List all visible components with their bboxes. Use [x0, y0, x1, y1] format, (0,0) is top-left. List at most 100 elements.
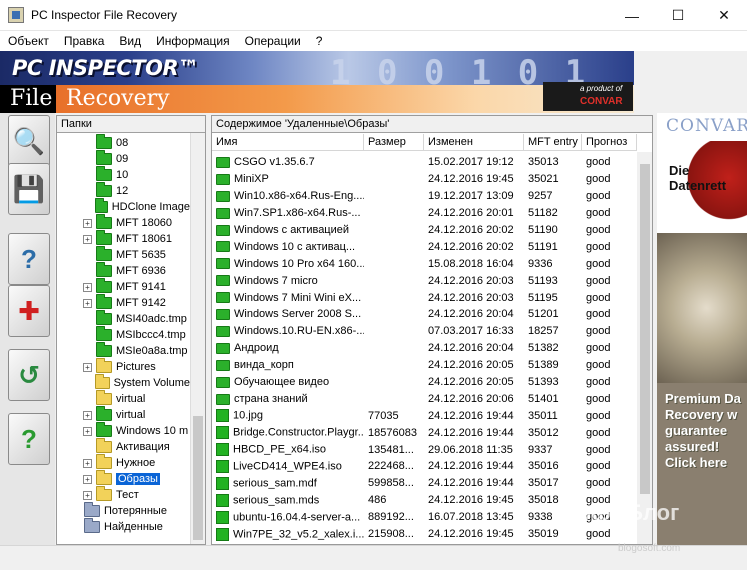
menu-info[interactable]: Информация [148, 34, 236, 48]
cell-modified: 24.12.2016 20:05 [428, 376, 514, 389]
file-row[interactable]: HBCD_PE_x64.iso 135481... 29.06.2018 11:35… [212, 441, 637, 458]
files-panel: Содержимое 'Удаленные\Образы' Имя Размер… [211, 115, 653, 545]
file-row[interactable]: Windows 7 Mini Wini eX... 24.12.2016 20:0… [212, 289, 637, 306]
file-row[interactable]: Windows с активацией 24.12.2016 20:02 5119… [212, 222, 637, 239]
tree-item[interactable]: Найденные [57, 518, 190, 535]
add-button[interactable]: ✚ [8, 285, 50, 337]
save-button[interactable]: 💾 [8, 163, 50, 215]
menu-operations[interactable]: Операции [237, 34, 308, 48]
minimize-button[interactable]: — [609, 0, 655, 31]
close-button[interactable]: ✕ [701, 0, 747, 31]
cell-name: MiniXP [212, 173, 364, 185]
tree-item[interactable]: + MFT 9141 [57, 278, 190, 295]
file-row[interactable]: Windows 10 Pro x64 160... 15.08.2018 16:0… [212, 255, 637, 272]
tree-expander-icon[interactable]: + [83, 474, 92, 484]
tree-item[interactable]: + MFT 18060 [57, 214, 190, 231]
col-forecast[interactable]: Прогноз [582, 134, 637, 151]
tree-item[interactable]: + MFT 18061 [57, 230, 190, 247]
file-row[interactable]: Win7.SP1.x86-x64.Rus-... 24.12.2016 20:01… [212, 205, 637, 222]
tree-expander-icon[interactable]: + [83, 426, 92, 436]
tree-item[interactable]: MFT 5635 [57, 246, 190, 263]
file-row[interactable]: 10.jpg 77035 24.12.2016 19:44 35011 good [212, 407, 637, 424]
folder-icon [96, 326, 112, 341]
tree-item[interactable]: 08 [57, 134, 190, 151]
folder-icon [216, 393, 230, 405]
col-size[interactable]: Размер [364, 134, 424, 151]
tree-item[interactable]: + Тест [57, 486, 190, 503]
ad-premium-text[interactable]: Premium Da Recovery w guarantee assured!… [665, 391, 747, 471]
find-lost-button[interactable]: ? [8, 233, 50, 285]
maximize-button[interactable]: ☐ [655, 0, 701, 31]
file-icon [216, 426, 229, 440]
file-row[interactable]: винда_корп 24.12.2016 20:05 51389 good [212, 357, 637, 374]
menu-help[interactable]: ? [308, 34, 330, 48]
tree-scroll-thumb[interactable] [193, 416, 203, 540]
files-scroll-thumb[interactable] [640, 164, 650, 494]
col-modified[interactable]: Изменен [424, 134, 524, 151]
tree-item[interactable]: 09 [57, 150, 190, 167]
tree-item[interactable]: + Pictures [57, 358, 190, 375]
folder-icon [96, 294, 112, 309]
col-mft[interactable]: MFT entry [524, 134, 582, 151]
file-row[interactable]: страна знаний 24.12.2016 20:06 51401 good [212, 390, 637, 407]
ad-banner[interactable]: CONVAR Die Datenrett Premium Da Recovery… [657, 113, 747, 545]
tree-expander-icon[interactable]: + [83, 282, 92, 292]
file-row[interactable]: Андроид 24.12.2016 20:04 51382 good [212, 340, 637, 357]
restore-button[interactable]: ↺ [8, 349, 50, 401]
cell-modified: 24.12.2016 20:03 [428, 291, 514, 304]
file-row[interactable]: LiveCD414_WPE4.iso 222468... 24.12.2016 19… [212, 458, 637, 475]
tree-expander-icon[interactable]: + [83, 234, 92, 244]
file-row[interactable]: Bridge.Constructor.Playgr... 18576083 24.1… [212, 424, 637, 441]
folder-icon [94, 198, 108, 213]
help-button[interactable]: ? [8, 413, 50, 465]
tree-expander-icon[interactable]: + [83, 298, 92, 308]
file-row[interactable]: Обучающее видео 24.12.2016 20:05 51393 good [212, 374, 637, 391]
cell-forecast: good [586, 156, 611, 169]
tree-item[interactable]: + MFT 9142 [57, 294, 190, 311]
open-drive-button[interactable]: 🔍 [8, 115, 50, 167]
tree-item[interactable]: HDClone Image [57, 198, 190, 215]
tree-item[interactable]: + Образы [57, 470, 190, 487]
cell-size: 18576083 [368, 426, 417, 439]
tree-item[interactable]: MSI40adc.tmp [57, 310, 190, 327]
column-headers: Имя Размер Изменен MFT entry Прогноз [212, 134, 637, 151]
file-row[interactable]: CSGO v1.35.6.7 15.02.2017 19:12 35013 good [212, 154, 637, 171]
file-row[interactable]: Windows 7 micro 24.12.2016 20:03 51193 good [212, 272, 637, 289]
menu-object[interactable]: Объект [0, 34, 56, 48]
menu-view[interactable]: Вид [111, 34, 148, 48]
convar-label: CONVAR [580, 96, 623, 107]
file-name: страна знаний [234, 392, 308, 405]
file-row[interactable]: Win10.x86-x64.Rus-Eng.... 19.12.2017 13:0… [212, 188, 637, 205]
cell-modified: 24.12.2016 19:44 [428, 426, 514, 439]
tree-expander-icon[interactable]: + [83, 410, 92, 420]
file-row[interactable]: Windows.10.RU-EN.x86-... 07.03.2017 16:33… [212, 323, 637, 340]
cell-forecast: good [586, 392, 611, 405]
col-name[interactable]: Имя [212, 134, 364, 151]
tree-expander-icon[interactable]: + [83, 362, 92, 372]
tree-item[interactable]: System Volume [57, 374, 190, 391]
tree-item[interactable]: 12 [57, 182, 190, 199]
tree-item[interactable]: virtual [57, 390, 190, 407]
file-row[interactable]: Windows 10 с активац... 24.12.2016 20:02 5… [212, 238, 637, 255]
file-row[interactable]: serious_sam.mdf 599858... 24.12.2016 19:44… [212, 475, 637, 492]
tree-item[interactable]: + virtual [57, 406, 190, 423]
tree-item[interactable]: MFT 6936 [57, 262, 190, 279]
tree-expander-icon[interactable]: + [83, 218, 92, 228]
tree-item[interactable]: + Windows 10 m [57, 422, 190, 439]
file-icon [216, 527, 229, 541]
tree-item[interactable]: MSIe0a8a.tmp [57, 342, 190, 359]
tree-expander-icon[interactable]: + [83, 490, 92, 500]
tree-item[interactable]: Потерянные [57, 502, 190, 519]
tree-item[interactable]: + Нужное [57, 454, 190, 471]
file-row[interactable]: MiniXP 24.12.2016 19:45 35021 good [212, 171, 637, 188]
tree-item[interactable]: MSIbccc4.tmp [57, 326, 190, 343]
file-row[interactable]: Win7PE_32_v5.2_xalex.i... 215908... 24.12.… [212, 526, 637, 543]
tree-item[interactable]: Активация [57, 438, 190, 455]
folder-icon [216, 224, 230, 236]
file-row[interactable]: Windows Server 2008 S... 24.12.2016 20:04… [212, 306, 637, 323]
menu-edit[interactable]: Правка [56, 34, 112, 48]
tree-item[interactable]: 10 [57, 166, 190, 183]
tree-expander-icon[interactable]: + [83, 458, 92, 468]
file-name: Win7.SP1.x86-x64.Rus-... [234, 207, 361, 220]
cell-modified: 29.06.2018 11:35 [428, 443, 513, 456]
